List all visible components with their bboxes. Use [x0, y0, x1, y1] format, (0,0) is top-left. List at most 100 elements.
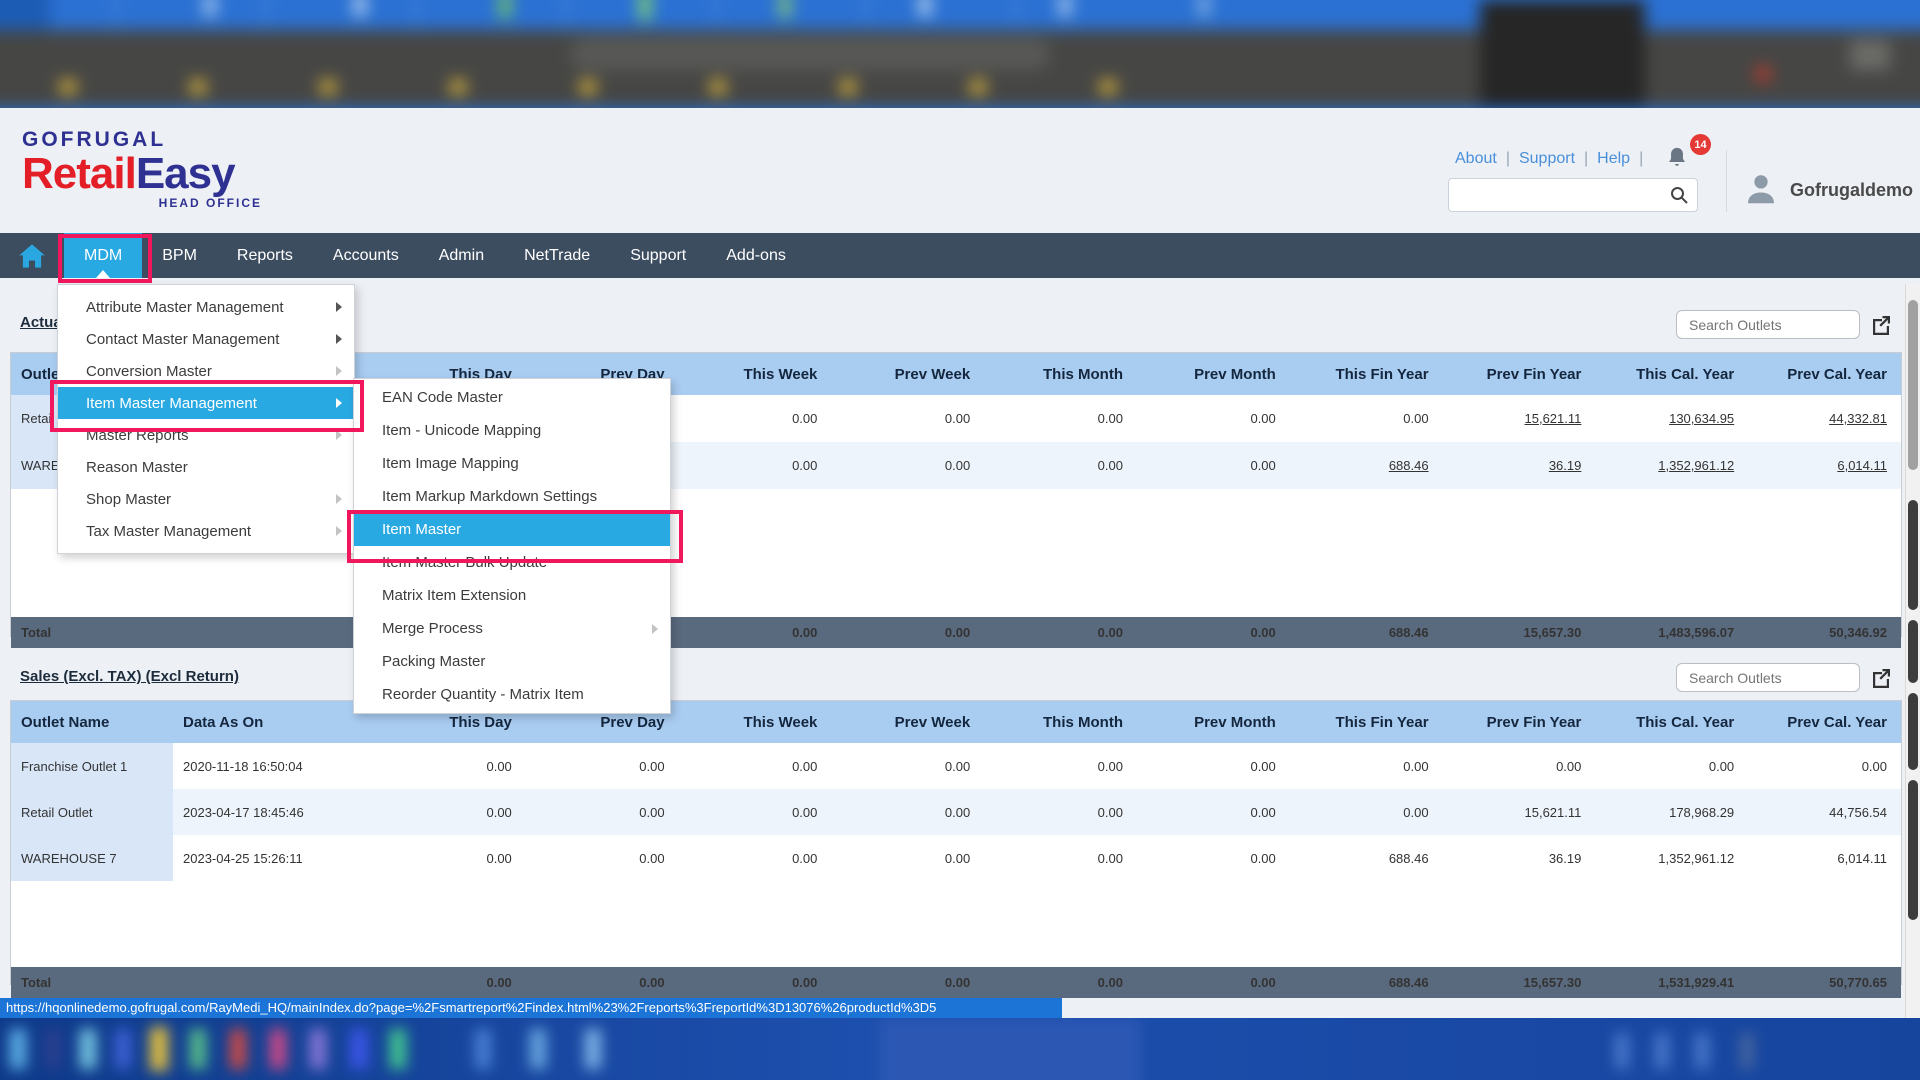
menu-item-tax-master-management[interactable]: Tax Master Management — [58, 515, 354, 547]
nav-item-mdm[interactable]: MDM — [64, 233, 142, 278]
submenu-item-packing-master[interactable]: Packing Master — [354, 645, 670, 678]
open-in-new-window-icon-1[interactable] — [1869, 313, 1893, 337]
value-cell: 0.00 — [1443, 743, 1596, 789]
status-bar-url: https://hqonlinedemo.gofrugal.com/RayMed… — [0, 998, 1062, 1018]
nav-item-accounts[interactable]: Accounts — [313, 233, 419, 278]
nav-item-label: MDM — [84, 247, 122, 265]
logo-retail: Retail — [22, 149, 136, 198]
submenu-item-item-unicode-mapping[interactable]: Item - Unicode Mapping — [354, 414, 670, 447]
total-value-cell: 50,346.92 — [1748, 617, 1901, 648]
user-avatar-icon[interactable] — [1742, 170, 1780, 213]
section-title-sales: Sales (Excl. TAX) (Excl Return) — [20, 668, 239, 685]
value-cell: 0.00 — [831, 789, 984, 835]
item-master-management-submenu: EAN Code MasterItem - Unicode MappingIte… — [353, 378, 671, 714]
scrollbar-thumb[interactable] — [1908, 300, 1918, 470]
submenu-item-reorder-quantity-matrix-item[interactable]: Reorder Quantity - Matrix Item — [354, 678, 670, 711]
total-value-cell: 0.00 — [1137, 967, 1290, 998]
total-value-cell: 0.00 — [984, 967, 1137, 998]
value-link[interactable]: 130,634.95 — [1595, 395, 1748, 442]
menu-item-label: Item Master Bulk Update — [382, 554, 547, 571]
column-header-this-week: This Week — [679, 701, 832, 743]
nav-item-admin[interactable]: Admin — [419, 233, 504, 278]
total-label: Total — [11, 967, 373, 998]
total-value-cell: 1,483,596.07 — [1595, 617, 1748, 648]
scrollbar-thumb-dark[interactable] — [1908, 500, 1918, 610]
value-cell: 0.00 — [1137, 789, 1290, 835]
scrollbar-thumb-dark[interactable] — [1908, 620, 1918, 683]
header-link-support[interactable]: Support — [1519, 150, 1575, 168]
value-cell: 0.00 — [984, 743, 1137, 789]
submenu-item-item-image-mapping[interactable]: Item Image Mapping — [354, 447, 670, 480]
value-cell: 0.00 — [526, 743, 679, 789]
nav-item-bpm[interactable]: BPM — [142, 233, 217, 278]
submenu-arrow-icon — [336, 398, 342, 408]
value-cell: 0.00 — [679, 789, 832, 835]
total-row: Total0.000.000.000.00688.4615,657.301,48… — [11, 617, 1901, 648]
menu-item-label: Matrix Item Extension — [382, 587, 526, 604]
nav-item-add-ons[interactable]: Add-ons — [706, 233, 806, 278]
column-header-prev-week: Prev Week — [831, 353, 984, 395]
empty-filler — [11, 881, 1901, 967]
search-outlets-input-1[interactable] — [1687, 316, 1872, 334]
value-link[interactable]: 688.46 — [1290, 442, 1443, 489]
scrollbar-thumb-dark[interactable] — [1908, 780, 1918, 920]
scrollbar-thumb-dark[interactable] — [1908, 693, 1918, 770]
submenu-item-item-markup-markdown-settings[interactable]: Item Markup Markdown Settings — [354, 480, 670, 513]
total-value-cell: 0.00 — [679, 617, 832, 648]
submenu-item-item-master[interactable]: Item Master — [354, 513, 670, 546]
menu-item-label: Item Master Management — [86, 395, 257, 412]
nav-item-nettrade[interactable]: NetTrade — [504, 233, 610, 278]
value-cell: 0.00 — [984, 395, 1137, 442]
submenu-item-item-master-bulk-update[interactable]: Item Master Bulk Update — [354, 546, 670, 579]
vertical-scrollbar[interactable] — [1905, 284, 1920, 1018]
column-header-prev-fin-year: Prev Fin Year — [1443, 701, 1596, 743]
submenu-item-ean-code-master[interactable]: EAN Code Master — [354, 381, 670, 414]
menu-item-reason-master[interactable]: Reason Master — [58, 451, 354, 483]
column-header-this-cal-year: This Cal. Year — [1595, 701, 1748, 743]
header-search-input[interactable] — [1457, 180, 1669, 210]
menu-item-attribute-master-management[interactable]: Attribute Master Management — [58, 291, 354, 323]
menu-item-contact-master-management[interactable]: Contact Master Management — [58, 323, 354, 355]
menu-item-shop-master[interactable]: Shop Master — [58, 483, 354, 515]
logo-product-text: RetailEasy — [22, 152, 262, 196]
user-name[interactable]: Gofrugaldemo — [1790, 180, 1913, 201]
value-cell: 0.00 — [984, 442, 1137, 489]
column-header-this-cal-year: This Cal. Year — [1595, 353, 1748, 395]
submenu-item-merge-process[interactable]: Merge Process — [354, 612, 670, 645]
sales-table: Outlet NameData As OnThis DayPrev DayThi… — [10, 700, 1902, 985]
total-value-cell: 0.00 — [831, 967, 984, 998]
value-link[interactable]: 1,352,961.12 — [1595, 442, 1748, 489]
column-header-prev-cal-year: Prev Cal. Year — [1748, 353, 1901, 395]
notification-count-badge: 14 — [1690, 134, 1711, 155]
value-link[interactable]: 44,332.81 — [1748, 395, 1901, 442]
menu-item-label: Attribute Master Management — [86, 299, 284, 316]
total-value-cell: 0.00 — [679, 967, 832, 998]
value-cell: 44,756.54 — [1748, 789, 1901, 835]
total-value-cell: 1,531,929.41 — [1595, 967, 1748, 998]
table-row: WAREHOUSE 72023-04-25 15:26:110.000.000.… — [11, 835, 1901, 881]
header-link-about[interactable]: About — [1455, 150, 1497, 168]
search-outlets-input-2[interactable] — [1687, 669, 1872, 687]
value-link[interactable]: 15,621.11 — [1443, 395, 1596, 442]
menu-item-item-master-management[interactable]: Item Master Management — [58, 387, 354, 419]
value-cell: 0.00 — [831, 743, 984, 789]
notification-bell-icon[interactable] — [1666, 146, 1688, 175]
menu-item-master-reports[interactable]: Master Reports — [58, 419, 354, 451]
total-value-cell: 15,657.30 — [1443, 967, 1596, 998]
nav-item-support[interactable]: Support — [610, 233, 706, 278]
column-header-outlet-name: Outlet Name — [11, 701, 173, 743]
header-link-help[interactable]: Help — [1597, 150, 1630, 168]
home-icon[interactable] — [0, 233, 64, 278]
nav-item-reports[interactable]: Reports — [217, 233, 313, 278]
value-link[interactable]: 36.19 — [1443, 442, 1596, 489]
open-in-new-window-icon-2[interactable] — [1869, 666, 1893, 690]
total-value-cell: 15,657.30 — [1443, 617, 1596, 648]
total-value-cell: 688.46 — [1290, 617, 1443, 648]
total-value-cell: 0.00 — [984, 617, 1137, 648]
value-link[interactable]: 6,014.11 — [1748, 442, 1901, 489]
submenu-item-matrix-item-extension[interactable]: Matrix Item Extension — [354, 579, 670, 612]
value-cell: 0.00 — [526, 835, 679, 881]
menu-item-conversion-master[interactable]: Conversion Master — [58, 355, 354, 387]
column-header-prev-month: Prev Month — [1137, 353, 1290, 395]
search-icon[interactable] — [1669, 185, 1689, 205]
